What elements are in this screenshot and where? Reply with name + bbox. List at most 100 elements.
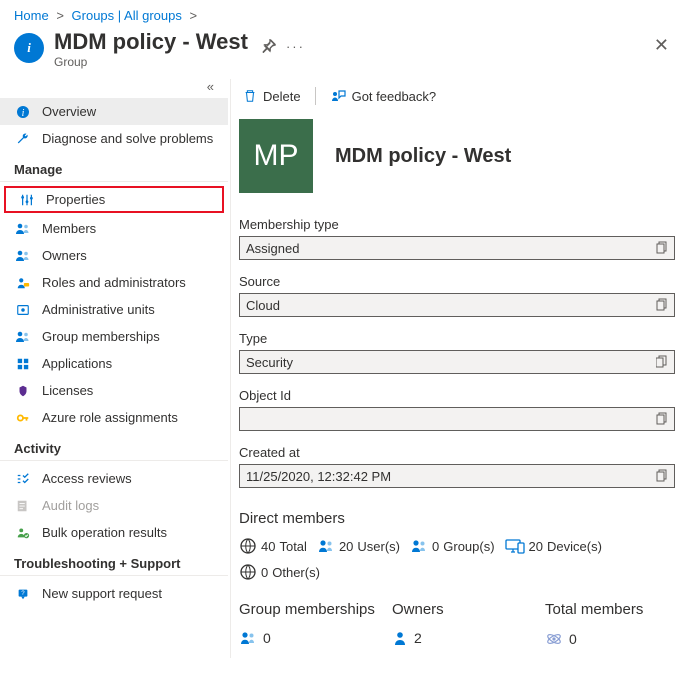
info-icon: i xyxy=(14,105,32,119)
pin-icon[interactable] xyxy=(262,39,276,53)
support-icon: ? xyxy=(14,587,32,601)
sidebar-item-admin-units[interactable]: Administrative units xyxy=(0,296,228,323)
field-label: Created at xyxy=(239,445,675,460)
field-source: Source Cloud xyxy=(239,274,675,317)
summary-value: 2 xyxy=(414,630,422,646)
globe-icon xyxy=(239,537,257,555)
sidebar-label: Applications xyxy=(42,356,112,371)
admin-units-icon xyxy=(14,303,32,317)
field-value-box: Assigned xyxy=(239,236,675,260)
sidebar-item-group-memberships[interactable]: Group memberships xyxy=(0,323,228,350)
sliders-icon xyxy=(18,193,36,207)
field-value: Assigned xyxy=(246,241,656,256)
users-icon xyxy=(14,222,32,236)
sidebar-item-azure-roles[interactable]: Azure role assignments xyxy=(0,404,228,431)
page-subtitle: Group xyxy=(54,55,248,69)
command-bar: Delete Got feedback? xyxy=(239,79,675,113)
sidebar-section-trouble: Troubleshooting + Support xyxy=(0,546,228,576)
stat-number: 40 xyxy=(261,539,275,554)
field-label: Type xyxy=(239,331,675,346)
stat-number: 0 xyxy=(261,565,268,580)
group-icon xyxy=(14,330,32,344)
field-label: Source xyxy=(239,274,675,289)
field-value-box: 11/25/2020, 12:32:42 PM xyxy=(239,464,675,488)
device-icon xyxy=(505,538,525,554)
group-name: MDM policy - West xyxy=(335,145,511,168)
summary-value: 0 xyxy=(569,631,577,647)
field-label: Membership type xyxy=(239,217,675,232)
stat-label: Group(s) xyxy=(443,539,494,554)
close-icon[interactable]: ✕ xyxy=(654,35,669,56)
checklist-icon xyxy=(14,472,32,486)
delete-button[interactable]: Delete xyxy=(243,89,301,104)
roles-icon xyxy=(14,276,32,290)
stat-label: Device(s) xyxy=(547,539,602,554)
breadcrumb-sep: > xyxy=(56,8,64,23)
sidebar-item-overview[interactable]: i Overview xyxy=(0,98,228,125)
user-icon xyxy=(317,538,335,554)
sidebar-label: Access reviews xyxy=(42,471,132,486)
sidebar-item-members[interactable]: Members xyxy=(0,215,228,242)
summary-row: Group memberships 0 Owners 2 Total membe… xyxy=(239,601,675,648)
feedback-button[interactable]: Got feedback? xyxy=(330,89,437,104)
sidebar-label: Licenses xyxy=(42,383,93,398)
main-content: Delete Got feedback? MP MDM policy - Wes… xyxy=(230,79,687,658)
group-header: MP MDM policy - West xyxy=(239,119,675,193)
breadcrumb-groups[interactable]: Groups | All groups xyxy=(72,8,182,23)
delete-label: Delete xyxy=(263,89,301,104)
sidebar-item-diagnose[interactable]: Diagnose and solve problems xyxy=(0,125,228,152)
sidebar-item-roles[interactable]: Roles and administrators xyxy=(0,269,228,296)
summary-owners: Owners 2 xyxy=(392,601,545,648)
copy-icon[interactable] xyxy=(656,298,668,312)
more-icon[interactable]: ··· xyxy=(286,39,305,54)
field-object-id: Object Id xyxy=(239,388,675,431)
field-created-at: Created at 11/25/2020, 12:32:42 PM xyxy=(239,445,675,488)
sidebar-label: Roles and administrators xyxy=(42,275,186,290)
sidebar-label: Audit logs xyxy=(42,498,99,513)
group-icon xyxy=(239,630,257,646)
breadcrumb-home[interactable]: Home xyxy=(14,8,49,23)
stat-users: 20 User(s) xyxy=(317,538,400,554)
logs-icon xyxy=(14,499,32,513)
sidebar-item-audit-logs[interactable]: Audit logs xyxy=(0,492,228,519)
sidebar-section-activity: Activity xyxy=(0,431,228,461)
copy-icon[interactable] xyxy=(656,412,668,426)
stat-label: Total xyxy=(279,539,306,554)
field-label: Object Id xyxy=(239,388,675,403)
stat-number: 20 xyxy=(529,539,543,554)
group-avatar: MP xyxy=(239,119,313,193)
key-icon xyxy=(14,411,32,425)
copy-icon[interactable] xyxy=(656,355,668,369)
field-value: Security xyxy=(246,355,656,370)
sidebar-item-support[interactable]: ? New support request xyxy=(0,580,228,607)
bulk-icon xyxy=(14,526,32,540)
field-membership-type: Membership type Assigned xyxy=(239,217,675,260)
user-icon xyxy=(392,630,408,646)
apps-icon xyxy=(14,357,32,371)
sidebar-item-applications[interactable]: Applications xyxy=(0,350,228,377)
sidebar-item-properties[interactable]: Properties xyxy=(4,186,224,213)
sidebar-label: Group memberships xyxy=(42,329,160,344)
field-value: Cloud xyxy=(246,298,656,313)
copy-icon[interactable] xyxy=(656,241,668,255)
license-icon xyxy=(14,384,32,398)
stat-label: User(s) xyxy=(357,539,400,554)
stat-label: Other(s) xyxy=(272,565,320,580)
sidebar-label: Azure role assignments xyxy=(42,410,178,425)
sidebar-label: Bulk operation results xyxy=(42,525,167,540)
page-title: MDM policy - West xyxy=(54,29,248,55)
sidebar: « i Overview Diagnose and solve problems… xyxy=(0,79,230,658)
wrench-icon xyxy=(14,132,32,146)
field-value: 11/25/2020, 12:32:42 PM xyxy=(246,469,656,484)
sidebar-item-access-reviews[interactable]: Access reviews xyxy=(0,465,228,492)
collapse-sidebar[interactable]: « xyxy=(0,79,228,98)
sidebar-item-licenses[interactable]: Licenses xyxy=(0,377,228,404)
copy-icon[interactable] xyxy=(656,469,668,483)
summary-label: Group memberships xyxy=(239,601,392,618)
summary-label: Owners xyxy=(392,601,545,618)
summary-group-memberships: Group memberships 0 xyxy=(239,601,392,648)
sidebar-item-bulk-results[interactable]: Bulk operation results xyxy=(0,519,228,546)
field-value-box: Cloud xyxy=(239,293,675,317)
sidebar-item-owners[interactable]: Owners xyxy=(0,242,228,269)
stat-others: 0 Other(s) xyxy=(239,563,320,581)
